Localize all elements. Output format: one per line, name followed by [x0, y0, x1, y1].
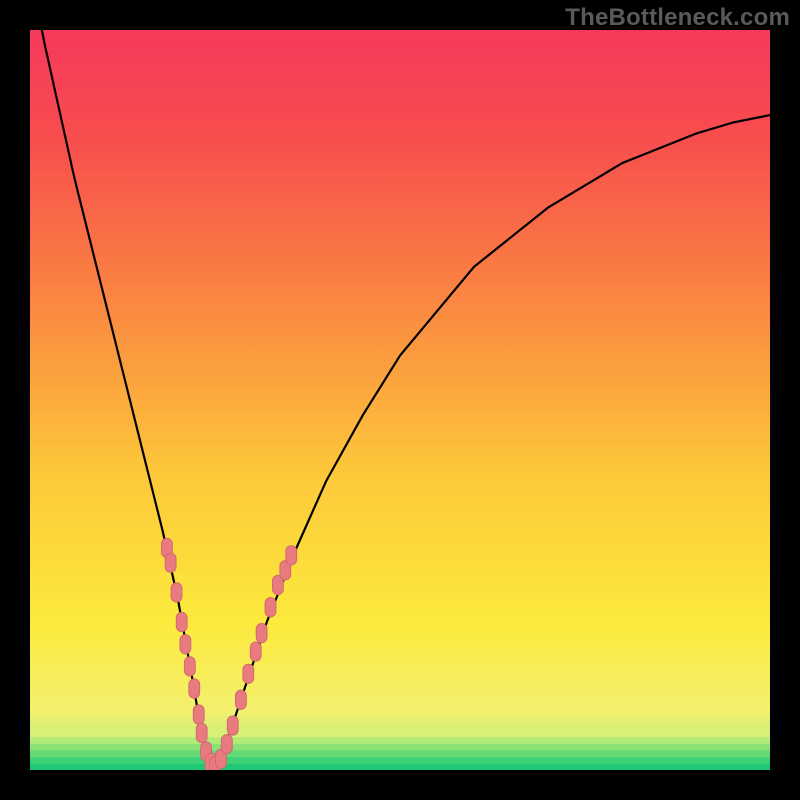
chart-frame: TheBottleneck.com [0, 0, 800, 800]
watermark-text: TheBottleneck.com [565, 4, 790, 32]
chart-svg [30, 30, 770, 770]
plot-area [30, 30, 770, 770]
